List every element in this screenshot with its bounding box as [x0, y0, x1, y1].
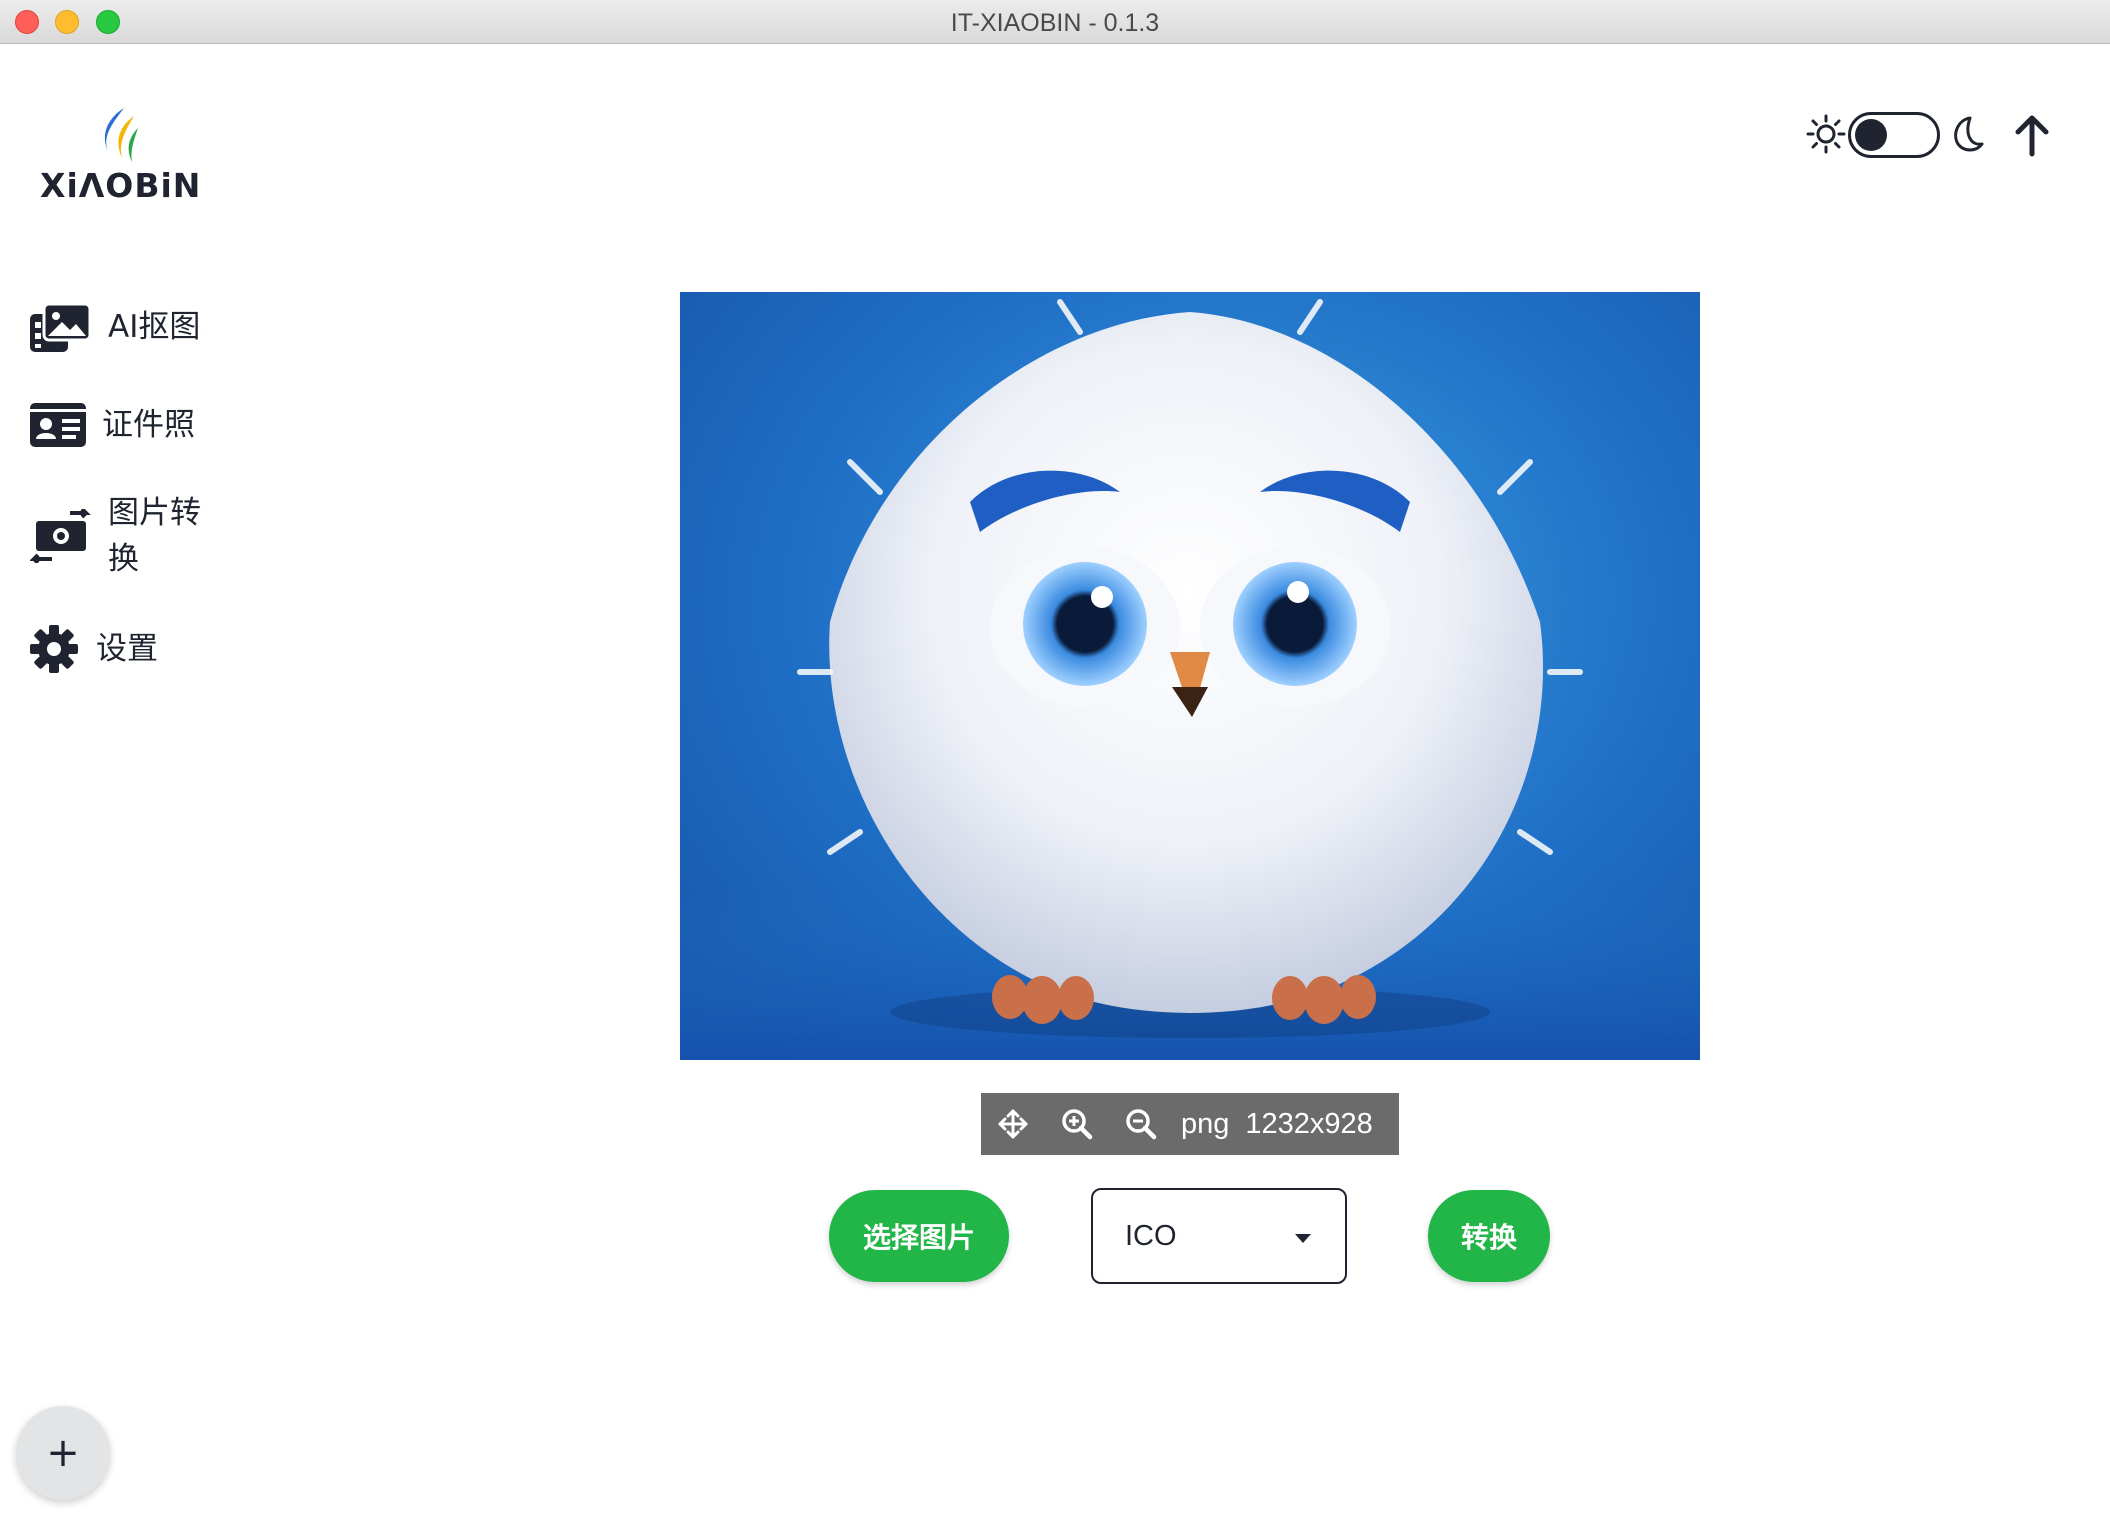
- zoom-out-icon[interactable]: [1109, 1093, 1173, 1155]
- money-exchange-icon: [30, 509, 92, 563]
- format-select-value: ICO: [1125, 1219, 1177, 1252]
- brand-logo-text: XiΛOBiN: [40, 166, 202, 205]
- sidebar-item-label: 图片转换: [108, 495, 201, 577]
- image-gallery-icon: [30, 300, 92, 354]
- sun-icon: [1806, 114, 1846, 154]
- sidebar-item-ai-cutout[interactable]: AI抠图: [30, 300, 200, 354]
- sidebar-item-label: AI抠图: [108, 309, 201, 345]
- arrow-up-icon[interactable]: [2010, 112, 2054, 158]
- sidebar-item-settings[interactable]: 设置: [30, 622, 158, 676]
- add-button[interactable]: +: [16, 1406, 110, 1500]
- sidebar-item-image-convert[interactable]: 图片转换: [30, 490, 218, 582]
- gear-icon: [30, 622, 86, 676]
- image-format-label: png: [1181, 1107, 1230, 1140]
- theme-toggle[interactable]: [1848, 112, 1940, 158]
- move-icon[interactable]: [981, 1093, 1045, 1155]
- image-preview: [680, 292, 1700, 1060]
- convert-button[interactable]: 转换: [1428, 1190, 1550, 1282]
- theme-toggle-knob: [1855, 119, 1887, 151]
- owl-illustration: [680, 299, 1700, 1060]
- sidebar-item-id-photo[interactable]: 证件照: [30, 398, 195, 452]
- sidebar-item-label: 证件照: [102, 407, 195, 443]
- moon-icon: [1954, 116, 1984, 152]
- id-card-icon: [30, 398, 92, 452]
- select-image-button[interactable]: 选择图片: [829, 1190, 1009, 1282]
- sidebar-item-label: 设置: [96, 631, 158, 667]
- image-dimensions-label: 1232x928: [1245, 1107, 1373, 1140]
- image-toolbar: png 1232x928: [981, 1093, 1399, 1155]
- app-window: IT-XIAOBIN - 0.1.3 XiΛOBiN AI抠图 证件照 图片转换…: [0, 0, 2110, 1534]
- zoom-in-icon[interactable]: [1045, 1093, 1109, 1155]
- format-select[interactable]: ICO: [1091, 1188, 1347, 1284]
- window-title: IT-XIAOBIN - 0.1.3: [950, 9, 1160, 37]
- title-bar: IT-XIAOBIN - 0.1.3: [0, 0, 2110, 44]
- caret-down-icon: [1295, 1234, 1311, 1243]
